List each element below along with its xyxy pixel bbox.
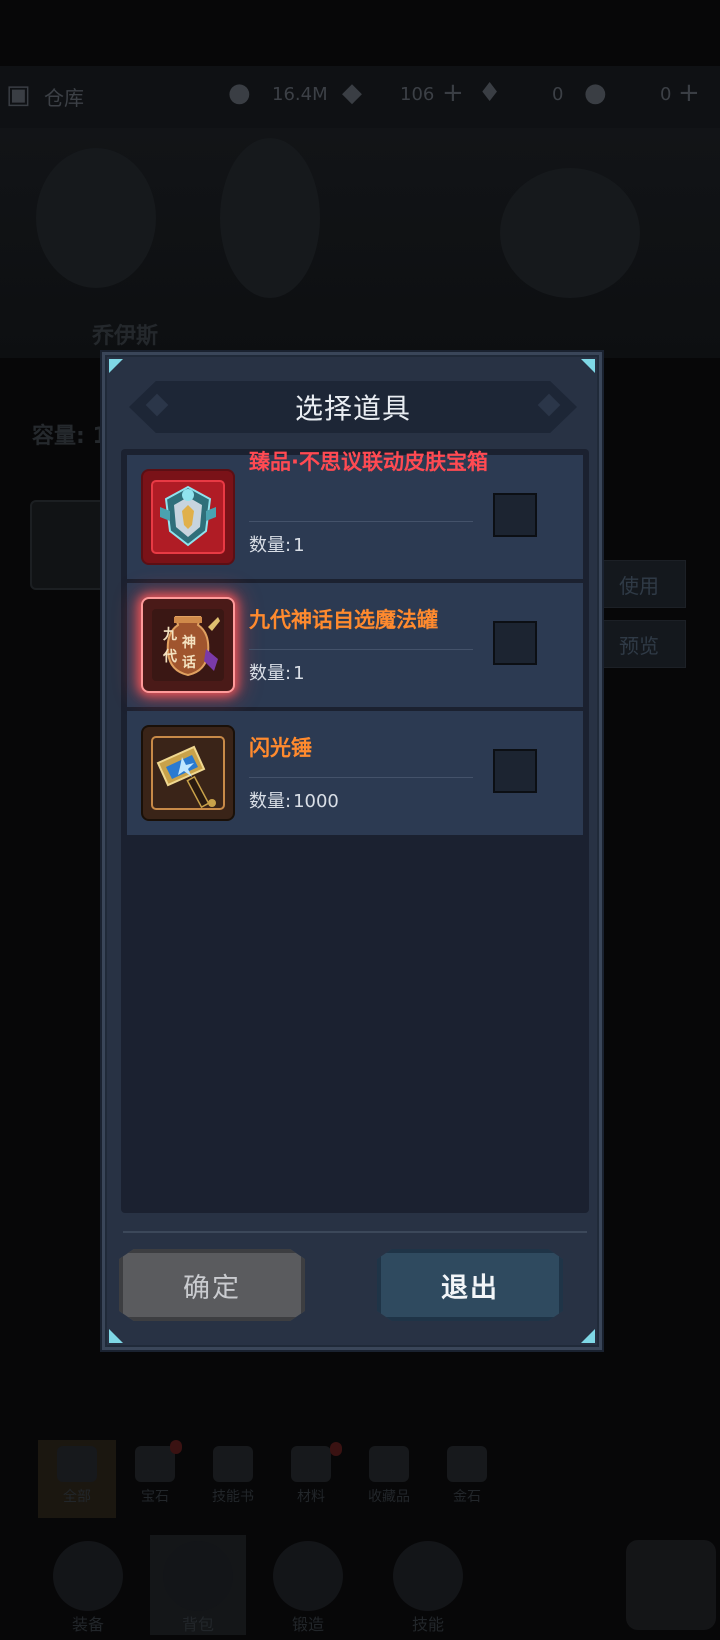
capacity-label: 容量: 1 (32, 424, 108, 449)
myth-jar-char-1: 九 (162, 627, 177, 643)
item-name: 闪光锤 (249, 736, 312, 760)
divider (249, 521, 473, 522)
dialog-title-bar: 选择道具 (129, 381, 577, 433)
hero-portrait (36, 148, 156, 288)
corner-ornament (581, 1329, 595, 1343)
resource3-icon: ♦ (478, 78, 502, 108)
goldstone-tab-icon (447, 1446, 487, 1482)
resource4-amount: 0 (660, 84, 672, 105)
warehouse-title: 仓库 (44, 86, 84, 110)
hero-ghost-3 (500, 168, 640, 298)
list-item[interactable]: 臻品·不思议联动皮肤宝箱 数量: 1 (127, 450, 583, 579)
divider (249, 649, 473, 650)
nav-forge[interactable]: 锻造 (260, 1535, 356, 1635)
dialog-title: 选择道具 (294, 392, 411, 425)
book-tab-icon (213, 1446, 253, 1482)
myth-jar-char-4: 话 (182, 654, 196, 671)
item-name: 九代神话自选魔法罐 (249, 608, 438, 632)
gold-coin-icon: ● (228, 78, 251, 108)
use-button[interactable]: 使用 (592, 560, 686, 608)
myth-jar-char-2: 代 (162, 648, 177, 665)
hero-name: 乔伊斯 (92, 324, 159, 349)
item-list: 臻品·不思议联动皮肤宝箱 数量: 1 九 代 神 话 九代神话自选魔法罐 数量:… (121, 449, 589, 1213)
all-tab-icon (57, 1446, 97, 1482)
quantity-label: 数量: (249, 791, 292, 812)
quantity-value: 1 (293, 663, 305, 684)
add-gem-icon[interactable]: + (442, 78, 464, 108)
gem-icon: ◆ (342, 78, 362, 108)
item-name: 臻品·不思议联动皮肤宝箱 (249, 450, 488, 474)
tab-all[interactable]: 全部 (38, 1440, 116, 1518)
collectible-tab-icon (369, 1446, 409, 1482)
corner-ornament (109, 1329, 123, 1343)
tab-gems[interactable]: 宝石 (116, 1440, 194, 1518)
exit-button[interactable]: 退出 (377, 1249, 563, 1321)
tab-collectibles[interactable]: 收藏品 (350, 1440, 428, 1518)
footer-divider (123, 1231, 587, 1233)
nav-equipment[interactable]: 装备 (40, 1535, 136, 1635)
top-resource-bar: ▣ 仓库 ● 16.4M ◆ 106 + ♦ 0 ● 0 + (0, 66, 720, 128)
add-resource4-icon[interactable]: + (678, 78, 700, 108)
quantity-label: 数量: (249, 663, 292, 684)
backpack-nav-icon (163, 1541, 233, 1611)
title-ornament (145, 393, 169, 417)
nav-skills[interactable]: 技能 (380, 1535, 476, 1635)
category-tabs: 全部 宝石 技能书 材料 收藏品 金石 (30, 1440, 510, 1520)
nav-backpack[interactable]: 背包 (150, 1535, 246, 1635)
myth-jar-char-3: 神 (182, 634, 196, 651)
item-quantity: 数量: 1 (249, 531, 305, 557)
notification-dot (170, 1440, 182, 1454)
item-checkbox[interactable] (493, 749, 537, 793)
title-ornament (537, 393, 561, 417)
list-item[interactable]: 闪光锤 数量: 1000 (127, 711, 583, 835)
resource3-amount: 0 (552, 84, 564, 105)
skin-chest-image (151, 480, 225, 554)
tab-gold-stone[interactable]: 金石 (428, 1440, 506, 1518)
divider (249, 777, 473, 778)
warehouse-icon: ▣ (6, 80, 31, 110)
flash-hammer-image (151, 736, 225, 810)
notification-dot (330, 1442, 342, 1456)
gem-tab-icon (135, 1446, 175, 1482)
resource4-icon: ● (584, 78, 607, 108)
flash-hammer-icon (141, 725, 235, 821)
item-quantity: 数量: 1000 (249, 787, 339, 813)
list-item[interactable]: 九 代 神 话 九代神话自选魔法罐 数量: 1 (127, 583, 583, 707)
quantity-value: 1 (293, 535, 305, 556)
select-item-dialog: 选择道具 臻品·不思议联动皮肤宝箱 数量: 1 九 代 神 话 九代神话自选魔法… (102, 352, 602, 1350)
item-checkbox[interactable] (493, 621, 537, 665)
quantity-value: 1000 (293, 791, 339, 812)
equipment-nav-icon (53, 1541, 123, 1611)
confirm-button[interactable]: 确定 (119, 1249, 305, 1321)
corner-ornament (109, 359, 123, 373)
gold-amount: 16.4M (272, 84, 328, 105)
hero-ghost-2 (220, 138, 320, 298)
gem-amount: 106 (400, 84, 435, 105)
skin-chest-icon (141, 469, 235, 565)
forward-arrow-icon[interactable] (626, 1540, 716, 1630)
skill-nav-icon (393, 1541, 463, 1611)
corner-ornament (581, 359, 595, 373)
item-quantity: 数量: 1 (249, 659, 305, 685)
myth-jar-icon: 九 代 神 话 (141, 597, 235, 693)
preview-button[interactable]: 预览 (592, 620, 686, 668)
quantity-label: 数量: (249, 535, 292, 556)
tab-skill-books[interactable]: 技能书 (194, 1440, 272, 1518)
myth-jar-image: 九 代 神 话 (152, 609, 224, 681)
item-checkbox[interactable] (493, 493, 537, 537)
forge-nav-icon (273, 1541, 343, 1611)
inventory-slot[interactable] (30, 500, 110, 590)
material-tab-icon (291, 1446, 331, 1482)
